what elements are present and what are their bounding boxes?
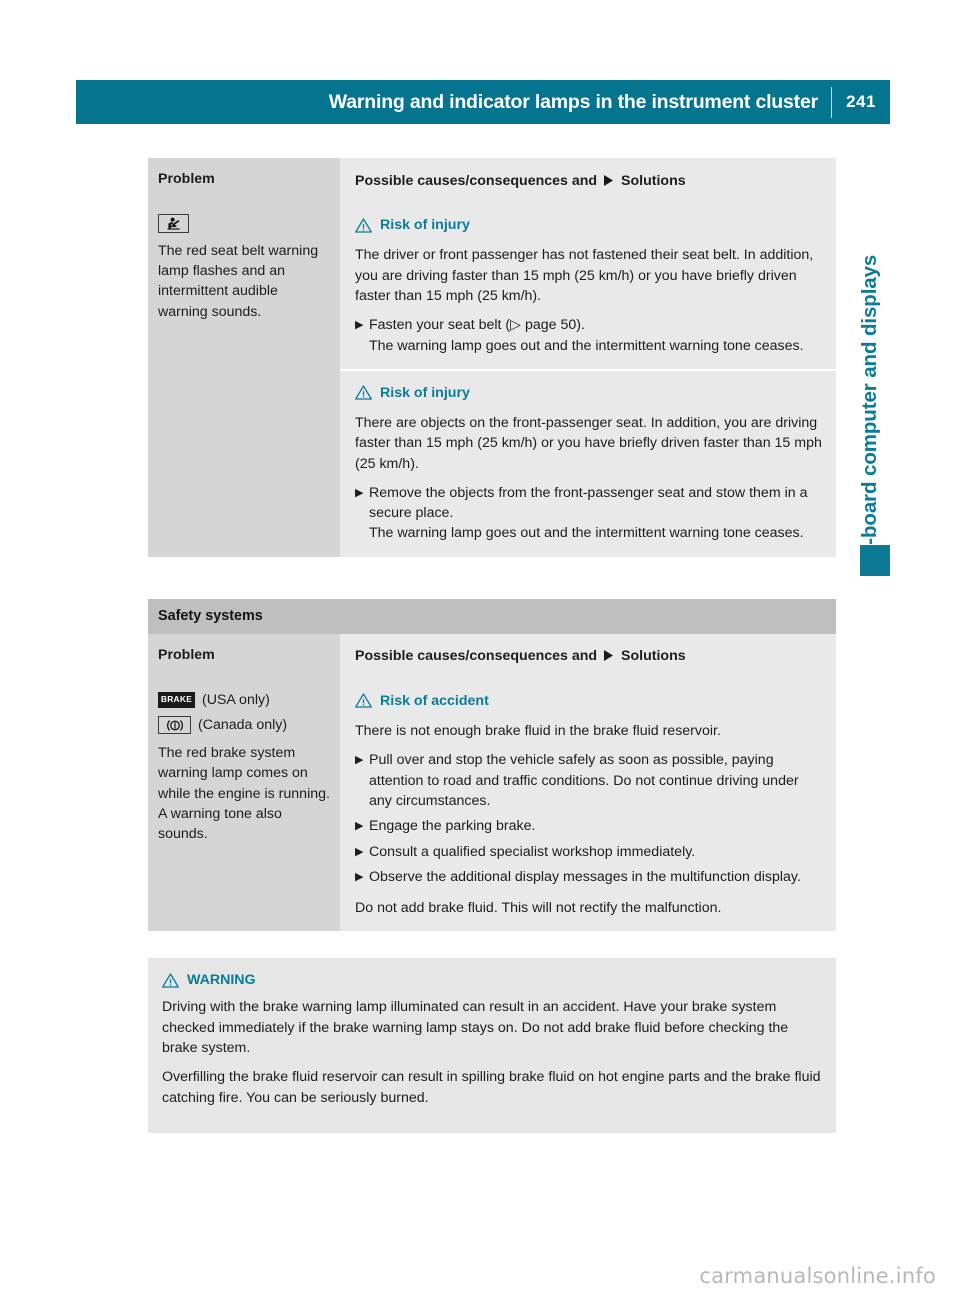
column-header-problem: Problem [148,158,340,204]
solution-step: ▶ Observe the additional display message… [355,867,822,887]
warning-heading: WARNING [162,972,822,988]
step-arrow-icon: ▶ [355,870,364,883]
column-header-solutions-prefix: Possible causes/consequences and [355,648,598,665]
table-row: The red seat belt warning lamp flashes a… [148,203,836,557]
table-header-row: Problem Possible causes/consequences and… [148,158,836,204]
risk-heading: Risk of accident [355,691,822,711]
warning-triangle-icon [355,218,372,233]
risk-heading: Risk of injury [355,215,822,235]
document-page: Warning and indicator lamps in the instr… [0,0,960,1302]
step-result: The warning lamp goes out and the interm… [369,337,804,354]
warning-callout-box: WARNING Driving with the brake warning l… [148,958,836,1133]
step-text: Fasten your seat belt (▷ page 50). The w… [369,315,822,356]
page-content: Problem Possible causes/consequences and… [148,158,836,1133]
problem-description: The red seat belt warning lamp flashes a… [158,243,319,320]
risk-heading: Risk of injury [355,383,822,403]
risk-title: Risk of injury [380,384,470,401]
page-header-bar: Warning and indicator lamps in the instr… [76,80,890,124]
step-arrow-icon: ▶ [355,754,364,767]
table-header-row: Problem Possible causes/consequences and… [148,633,836,679]
step-arrow-icon: ▶ [355,319,364,332]
page-number: 241 [846,92,876,111]
site-watermark: carmanualsonline.info [699,1264,936,1288]
seat-belt-warning-lamp-icon [158,214,189,234]
solutions-cell: Risk of accident There is not enough bra… [340,678,836,932]
step-arrow-icon: ▶ [355,486,364,499]
canada-brake-glyph [166,719,183,731]
problem-cell: BRAKE (USA only) (Canada only) The red b… [148,678,340,932]
cause-text: There are objects on the front-passenger… [355,414,822,472]
column-header-solutions-suffix: Solutions [621,648,686,665]
cause-text: There is not enough brake fluid in the b… [355,723,721,740]
step-action: Fasten your seat belt (▷ page 50). [369,317,585,334]
warning-paragraph: Overfilling the brake fluid reservoir ca… [162,1069,821,1106]
solution-step: ▶ Engage the parking brake. [355,816,822,836]
chapter-marker-square [860,545,890,576]
solution-arrow-icon [604,650,614,662]
warning-lamps-table-1: Problem Possible causes/consequences and… [148,158,836,557]
column-header-solutions: Possible causes/consequences and Solutio… [340,158,836,204]
step-arrow-icon: ▶ [355,845,364,858]
step-action: Engage the parking brake. [369,818,536,835]
risk-title: Risk of injury [380,217,470,234]
column-header-problem: Problem [148,633,340,679]
icon-label: (Canada only) [198,717,288,734]
warning-title: WARNING [187,972,256,989]
closing-note: Do not add brake fluid. This will not re… [355,900,722,917]
chapter-side-tab: On-board computer and displays [848,175,892,575]
cause-text: The driver or front passenger has not fa… [355,247,814,304]
problem-cell: The red seat belt warning lamp flashes a… [148,203,340,557]
warning-triangle-icon [355,693,372,709]
risk-title: Risk of accident [380,692,489,709]
step-action: Remove the objects from the front-passen… [369,484,808,522]
problem-description: The red brake system warning lamp comes … [158,745,330,842]
risk-block: Risk of accident There is not enough bra… [340,679,836,932]
step-action: Pull over and stop the vehicle safely as… [369,752,799,809]
section-heading-safety-systems: Safety systems [148,598,836,634]
solution-step: ▶ Pull over and stop the vehicle safely … [355,750,822,811]
risk-block: Risk of injury There are objects on the … [340,368,836,557]
warning-paragraph: Driving with the brake warning lamp illu… [162,999,789,1057]
icon-with-label: (Canada only) [158,715,330,735]
brake-warning-lamp-icon: BRAKE [158,691,195,708]
icon-label: (USA only) [202,691,270,708]
brake-warning-lamp-canada-icon [158,716,191,735]
step-action: Observe the additional display messages … [369,868,801,885]
step-arrow-icon: ▶ [355,820,364,833]
step-action: Consult a qualified specialist workshop … [369,843,696,860]
step-text: Remove the objects from the front-passen… [369,483,822,544]
solutions-cell: Risk of injury The driver or front passe… [340,203,836,557]
step-result: The warning lamp goes out and the interm… [369,525,804,542]
solution-step: ▶ Remove the objects from the front-pass… [355,483,822,544]
solution-step: ▶ Consult a qualified specialist worksho… [355,842,822,862]
page-title: Warning and indicator lamps in the instr… [328,90,818,113]
column-header-solutions: Possible causes/consequences and Solutio… [340,633,836,679]
warning-triangle-icon [162,973,179,988]
icon-with-label: BRAKE (USA only) [158,690,330,710]
table-row: BRAKE (USA only) (Canada only) The red b… [148,678,836,932]
solution-step: ▶ Fasten your seat belt (▷ page 50). The… [355,315,822,356]
solution-arrow-icon [604,174,614,186]
seat-belt-glyph [167,217,180,230]
chapter-side-tab-label: On-board computer and displays [858,254,881,573]
column-header-solutions-prefix: Possible causes/consequences and [355,172,598,189]
warning-triangle-icon [355,385,372,401]
warning-lamps-table-2: Problem Possible causes/consequences and… [148,633,836,932]
header-divider [831,86,832,118]
risk-block: Risk of injury The driver or front passe… [340,203,836,369]
column-header-solutions-suffix: Solutions [621,172,686,189]
